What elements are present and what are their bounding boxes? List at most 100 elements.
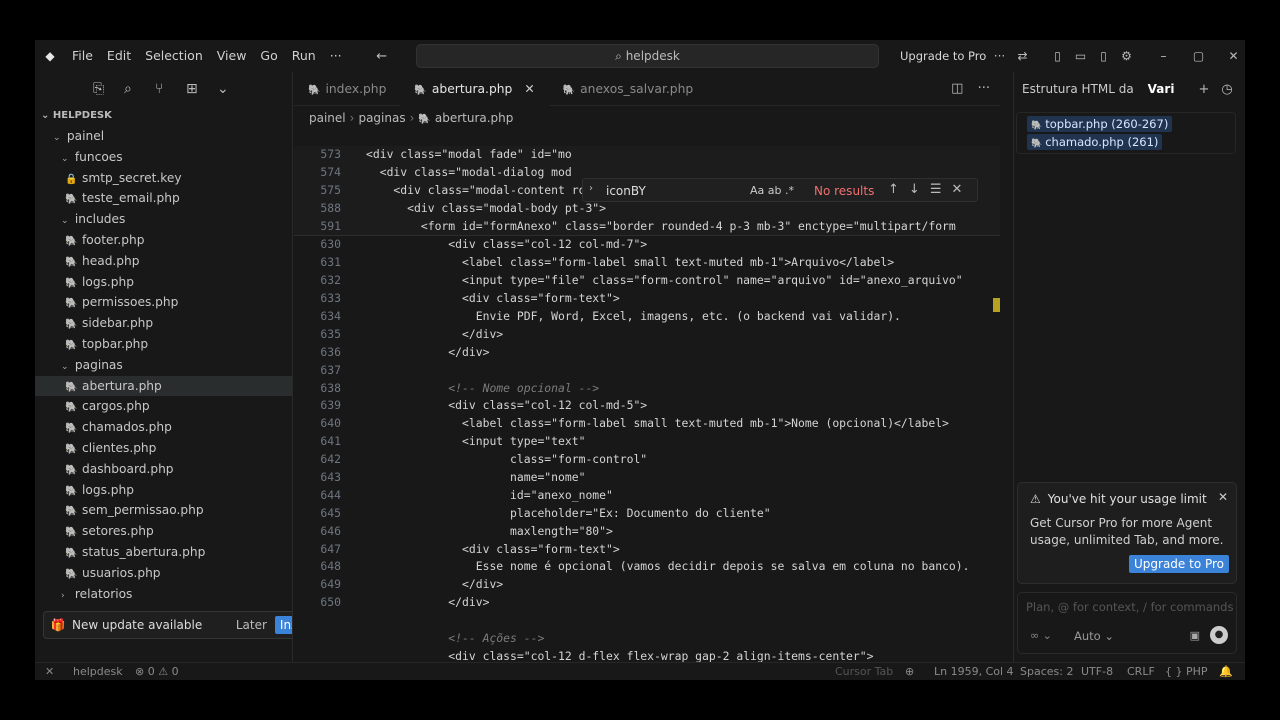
tree-file[interactable]: 🐘 logs.php <box>35 272 292 293</box>
code-line[interactable]: 644 id="anexo_nome" <box>294 487 1000 505</box>
branch-name[interactable]: helpdesk <box>73 663 123 680</box>
close-tab-icon[interactable]: ✕ <box>524 82 534 96</box>
explorer-section-header[interactable]: ⌄ HELPDESK <box>35 106 292 126</box>
cursor-tab-status[interactable]: Cursor Tab <box>835 663 893 680</box>
problems-count[interactable]: ⊗ 0 ⚠ 0 <box>135 663 179 680</box>
code-line[interactable]: 650 </div> <box>294 594 1000 612</box>
command-search[interactable]: ⌕ helpdesk <box>416 44 879 68</box>
tree-file[interactable]: 🐘 usuarios.php <box>35 563 292 584</box>
minimize-icon[interactable]: – <box>1152 49 1175 63</box>
code-line[interactable]: 591 <form id="formAnexo" class="border r… <box>294 217 1000 236</box>
tree-file[interactable]: 🐘 abertura.php <box>35 375 292 397</box>
tree-file[interactable]: 🐘 logs.php <box>35 480 292 501</box>
breadcrumb-item[interactable]: paginas <box>358 111 405 125</box>
chat-tab-2[interactable]: Vari <box>1148 82 1175 96</box>
code-line[interactable]: 648 Esse nome é opcional (vamos decidir … <box>294 558 1000 576</box>
swap-icon[interactable]: ⇄ <box>1011 49 1034 63</box>
remote-icon[interactable]: ✕ <box>45 663 54 680</box>
previous-match-icon[interactable]: ↑ <box>888 182 899 197</box>
code-line[interactable]: 645 placeholder="Ex: Documento do client… <box>294 505 1000 523</box>
tree-file[interactable]: 🐘 teste_email.php <box>35 188 292 209</box>
history-icon[interactable]: ◷ <box>1221 82 1232 97</box>
chat-input-placeholder[interactable]: Plan, @ for context, / for commands <box>1026 600 1233 614</box>
back-arrow-icon[interactable]: ← <box>369 49 395 64</box>
cursor-position[interactable]: Ln 1959, Col 4 <box>934 663 1014 680</box>
extensions-icon[interactable]: ⊞ <box>186 81 217 97</box>
install-now-button[interactable]: Install Now <box>274 616 292 634</box>
code-editor[interactable]: 573 <div class="modal fade" id="mo 574 <di… <box>294 146 1000 664</box>
chat-tab-1[interactable]: Estrutura HTML da <box>1022 82 1134 96</box>
split-editor-icon[interactable]: ◫ <box>951 81 963 96</box>
more-icon[interactable]: ··· <box>988 49 1011 63</box>
tree-file[interactable]: 🐘 sem_permissao.php <box>35 500 292 521</box>
source-control-icon[interactable]: ⑂ <box>155 81 186 97</box>
code-line[interactable] <box>294 612 1000 630</box>
code-line[interactable]: 631 <label class="form-label small text-… <box>294 254 1000 272</box>
tree-file[interactable]: 🐘 status_abertura.php <box>35 542 292 563</box>
chat-input-box[interactable]: Plan, @ for context, / for commands ∞ ⌄ … <box>1017 592 1237 654</box>
code-line[interactable]: 634 Envie PDF, Word, Excel, imagens, etc… <box>294 308 1000 326</box>
code-line[interactable]: 649 </div> <box>294 576 1000 594</box>
context-chip[interactable]: 🐘 chamado.php (261) <box>1027 134 1163 150</box>
menu-run[interactable]: Run <box>285 40 323 72</box>
next-match-icon[interactable]: ↓ <box>909 182 920 197</box>
microphone-icon[interactable]: ● <box>1210 626 1228 644</box>
line-ending[interactable]: CRLF <box>1127 663 1155 680</box>
upgrade-to-pro-link[interactable]: Upgrade to Pro <box>900 40 986 72</box>
code-line[interactable]: 636 </div> <box>294 344 1000 362</box>
menu-edit[interactable]: Edit <box>100 40 138 72</box>
tree-file[interactable]: 🐘 cargos.php <box>35 396 292 417</box>
tree-file[interactable]: 🔒 smtp_secret.key <box>35 168 292 189</box>
language-mode[interactable]: { } PHP <box>1165 663 1208 680</box>
code-line[interactable]: 643 name="nome" <box>294 469 1000 487</box>
code-line[interactable]: 633 <div class="form-text"> <box>294 290 1000 308</box>
tree-folder[interactable]: ⌄ paginas <box>35 355 292 376</box>
mode-selector[interactable]: ∞ ⌄ <box>1030 629 1052 642</box>
code-line[interactable]: 637 <box>294 362 1000 380</box>
tree-file[interactable]: 🐘 topbar.php <box>35 334 292 355</box>
tree-file[interactable]: 🐘 dashboard.php <box>35 459 292 480</box>
code-line[interactable]: 647 <div class="form-text"> <box>294 541 1000 559</box>
indentation[interactable]: Spaces: 2 <box>1020 663 1073 680</box>
notifications-icon[interactable]: 🔔 <box>1219 663 1233 680</box>
breadcrumb-item[interactable]: painel <box>309 111 346 125</box>
menu-more[interactable]: ··· <box>323 40 349 72</box>
chevron-right-icon[interactable]: › <box>589 183 593 194</box>
upgrade-to-pro-button[interactable]: Upgrade to Pro <box>1129 555 1230 573</box>
code-line[interactable]: 638 <!-- Nome opcional --> <box>294 380 1000 398</box>
encoding[interactable]: UTF-8 <box>1081 663 1113 680</box>
menu-selection[interactable]: Selection <box>138 40 210 72</box>
menu-view[interactable]: View <box>210 40 254 72</box>
tab-abertura-php[interactable]: 🐘 abertura.php ✕ <box>400 72 549 106</box>
chevron-down-icon[interactable]: ⌄ <box>217 81 248 97</box>
tab-anexos-salvar-php[interactable]: 🐘 anexos_salvar.php <box>549 72 708 106</box>
search-icon[interactable]: ⌕ <box>124 81 155 97</box>
code-line[interactable]: 642 class="form-control" <box>294 451 1000 469</box>
later-button[interactable]: Later <box>236 618 267 632</box>
find-input[interactable]: iconBY <box>606 184 646 198</box>
tree-file[interactable]: 🐘 footer.php <box>35 230 292 251</box>
toggle-sidebar-icon[interactable]: ▯ <box>1046 49 1069 63</box>
code-line[interactable]: 573 <div class="modal fade" id="mo <box>294 146 1000 164</box>
breadcrumb-item[interactable]: abertura.php <box>435 111 514 125</box>
tree-folder[interactable]: ⌄ includes <box>35 209 292 230</box>
tree-file[interactable]: 🐘 chamados.php <box>35 417 292 438</box>
model-selector[interactable]: Auto ⌄ <box>1074 629 1114 643</box>
image-icon[interactable]: ▣ <box>1190 629 1200 642</box>
close-icon[interactable]: ✕ <box>1218 490 1228 504</box>
code-line[interactable]: 639 <div class="col-12 col-md-5"> <box>294 397 1000 415</box>
code-line[interactable]: 632 <input type="file" class="form-contr… <box>294 272 1000 290</box>
find-options[interactable]: Aa ab .* <box>750 184 794 197</box>
menu-go[interactable]: Go <box>253 40 284 72</box>
tree-file[interactable]: 🐘 permissoes.php <box>35 292 292 313</box>
tree-file[interactable]: 🐘 setores.php <box>35 521 292 542</box>
toggle-panel-icon[interactable]: ▭ <box>1069 49 1092 63</box>
tree-folder[interactable]: ⌄ painel <box>35 126 292 147</box>
toggle-secondary-sidebar-icon[interactable]: ▯ <box>1092 49 1115 63</box>
files-icon[interactable]: ⎘ <box>93 81 124 97</box>
tree-file[interactable]: 🐘 head.php <box>35 251 292 272</box>
code-line[interactable]: <!-- Ações --> <box>294 630 1000 648</box>
code-line[interactable]: 641 <input type="text" <box>294 433 1000 451</box>
menu-file[interactable]: File <box>65 40 100 72</box>
tree-folder[interactable]: ⌄ funcoes <box>35 147 292 168</box>
